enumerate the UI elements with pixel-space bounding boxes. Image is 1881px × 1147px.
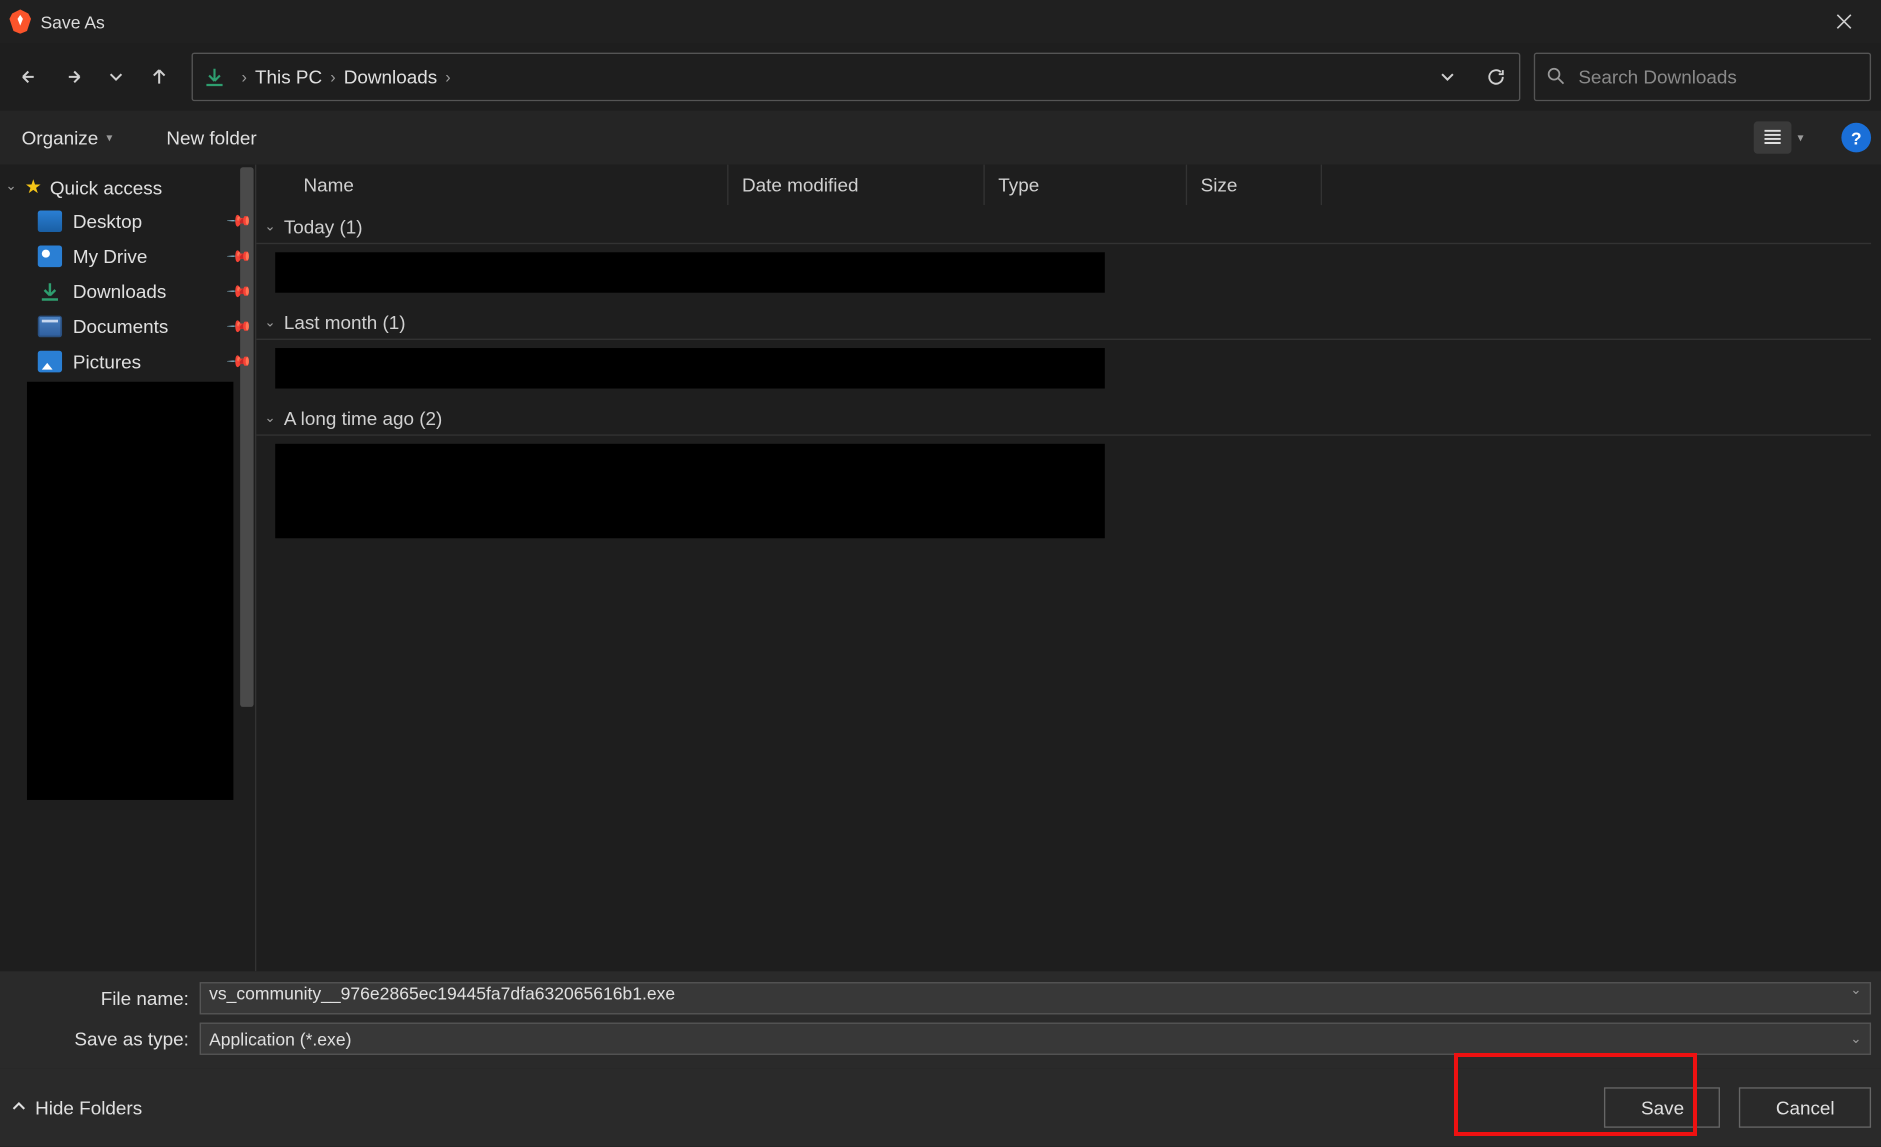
chevron-down-icon: ⌄	[264, 315, 275, 330]
chevron-up-icon	[11, 1097, 27, 1119]
file-name-input[interactable]: vs_community__976e2865ec19445fa7dfa63206…	[200, 982, 1871, 1014]
cancel-button[interactable]: Cancel	[1739, 1087, 1871, 1127]
sidebar-item-my-drive[interactable]: My Drive 📌	[0, 239, 255, 274]
sidebar: ⌄ ★ Quick access Desktop 📌 My Drive 📌 Do…	[0, 165, 256, 972]
sidebar-item-label: Documents	[73, 316, 169, 338]
drive-icon	[38, 246, 62, 268]
file-list[interactable]: ⌄ Today (1) ⌄ Last month (1) ⌄ A long ti…	[256, 205, 1881, 971]
sidebar-item-pictures[interactable]: Pictures 📌	[0, 344, 255, 379]
pictures-icon	[38, 351, 62, 373]
group-label: Last month (1)	[284, 312, 406, 334]
group-label: A long time ago (2)	[284, 407, 443, 429]
sidebar-item-label: Pictures	[73, 351, 141, 373]
titlebar: Save As	[0, 0, 1881, 43]
save-form: File name: vs_community__976e2865ec19445…	[0, 971, 1881, 1068]
toolbar: Organize ▾ New folder ▾ ?	[0, 111, 1881, 165]
search-icon	[1546, 65, 1565, 88]
sidebar-item-label: Desktop	[73, 210, 142, 232]
crumb-downloads[interactable]: Downloads	[344, 66, 437, 88]
new-folder-button[interactable]: New folder	[156, 121, 268, 153]
organize-label: Organize	[22, 127, 99, 149]
dropdown-caret-icon: ⌄	[1850, 1031, 1861, 1046]
star-icon: ★	[25, 175, 42, 198]
quick-access-label: Quick access	[50, 176, 162, 198]
chevron-right-icon: ›	[233, 67, 255, 86]
brave-icon	[8, 9, 32, 33]
sidebar-item-label: My Drive	[73, 246, 148, 268]
address-dropdown[interactable]	[1430, 59, 1465, 94]
downloads-icon	[38, 281, 62, 303]
sidebar-item-desktop[interactable]: Desktop 📌	[0, 204, 255, 239]
column-date[interactable]: ⌄ Date modified	[728, 165, 984, 205]
window-title: Save As	[40, 11, 104, 31]
sidebar-item-downloads[interactable]: Downloads 📌	[0, 274, 255, 309]
column-label: Name	[304, 174, 354, 196]
column-type[interactable]: Type	[985, 165, 1187, 205]
column-label: Type	[998, 174, 1039, 196]
group-last-month[interactable]: ⌄ Last month (1)	[256, 306, 1871, 340]
column-label: Date modified	[742, 174, 859, 196]
save-type-select[interactable]: Application (*.exe) ⌄	[200, 1023, 1871, 1055]
sidebar-item-label: Downloads	[73, 281, 166, 303]
up-button[interactable]	[140, 58, 178, 96]
address-bar[interactable]: › This PC › Downloads ›	[192, 53, 1521, 102]
crumb-this-pc[interactable]: This PC	[255, 66, 322, 88]
close-button[interactable]	[1814, 0, 1873, 43]
search-placeholder: Search Downloads	[1578, 66, 1737, 88]
back-button[interactable]	[11, 58, 49, 96]
file-name-label: File name:	[11, 987, 200, 1009]
column-headers: Name ⌄ Date modified Type Size	[256, 165, 1881, 205]
downloads-icon	[201, 66, 228, 88]
file-list-area: Name ⌄ Date modified Type Size ⌄ Today (1…	[256, 165, 1881, 972]
nav-row: › This PC › Downloads › Sear	[0, 43, 1881, 110]
redacted-file-row	[275, 444, 1105, 538]
chevron-right-icon: ›	[322, 67, 344, 86]
footer: Hide Folders Save Cancel	[0, 1068, 1881, 1146]
caret-down-icon: ▾	[106, 130, 112, 145]
help-button[interactable]: ?	[1841, 123, 1871, 153]
chevron-down-icon: ⌄	[264, 219, 275, 234]
column-label: Size	[1201, 174, 1238, 196]
save-type-label: Save as type:	[11, 1028, 200, 1050]
chevron-right-icon: ›	[437, 67, 459, 86]
sidebar-item-documents[interactable]: Documents 📌	[0, 309, 255, 344]
save-label: Save	[1641, 1097, 1684, 1119]
new-folder-label: New folder	[166, 127, 256, 149]
save-button[interactable]: Save	[1605, 1087, 1721, 1127]
save-type-value: Application (*.exe)	[209, 1029, 351, 1049]
redacted-file-row	[275, 252, 1105, 292]
chevron-down-icon: ⌄	[264, 411, 275, 426]
forward-button[interactable]	[54, 58, 92, 96]
recent-dropdown[interactable]	[97, 58, 135, 96]
save-as-dialog: Save As ›	[0, 0, 1881, 1147]
documents-icon	[38, 316, 62, 338]
group-label: Today (1)	[284, 216, 363, 238]
cancel-label: Cancel	[1776, 1097, 1835, 1119]
sidebar-quick-access[interactable]: ⌄ ★ Quick access	[0, 170, 255, 204]
group-today[interactable]: ⌄ Today (1)	[256, 210, 1871, 244]
column-size[interactable]: Size	[1187, 165, 1322, 205]
main-area: ⌄ ★ Quick access Desktop 📌 My Drive 📌 Do…	[0, 165, 1881, 972]
column-name[interactable]: Name	[256, 165, 728, 205]
group-long-ago[interactable]: ⌄ A long time ago (2)	[256, 402, 1871, 436]
view-caret-icon[interactable]: ▾	[1798, 130, 1804, 145]
desktop-icon	[38, 210, 62, 232]
redacted-sidebar-area	[27, 382, 233, 800]
refresh-button[interactable]	[1479, 59, 1514, 94]
hide-folders-label: Hide Folders	[35, 1097, 142, 1119]
dropdown-caret-icon[interactable]: ⌄	[1850, 983, 1861, 998]
redacted-file-row	[275, 348, 1105, 388]
organize-menu[interactable]: Organize ▾	[11, 121, 123, 153]
search-box[interactable]: Search Downloads	[1534, 53, 1871, 102]
view-options-button[interactable]	[1754, 121, 1792, 153]
file-name-value: vs_community__976e2865ec19445fa7dfa63206…	[209, 983, 675, 1003]
hide-folders-toggle[interactable]: Hide Folders	[11, 1097, 142, 1119]
sort-indicator-icon: ⌄	[965, 165, 975, 169]
chevron-down-icon: ⌄	[5, 179, 16, 194]
